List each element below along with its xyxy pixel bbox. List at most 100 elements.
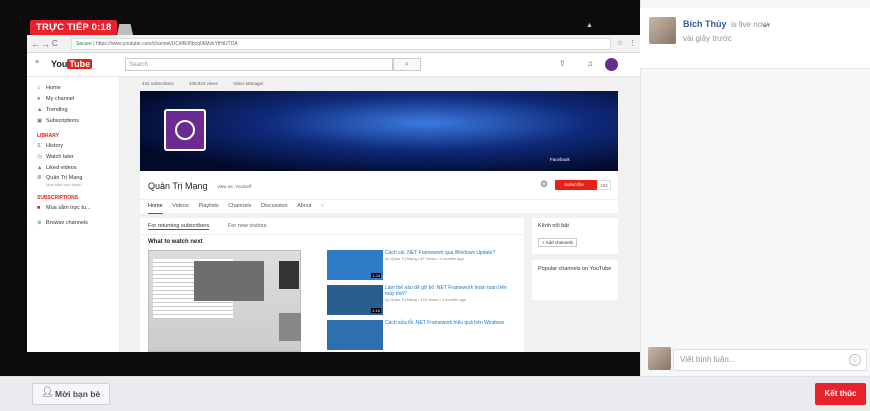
- browser-tab: [117, 24, 133, 35]
- thumbs-up-icon: ▲: [37, 165, 43, 171]
- popular-channels-box: Popular channels on YouTube: [532, 260, 618, 300]
- channel-stats: 432 subscribers 408,923 views Video Mana…: [142, 81, 602, 91]
- broadcaster-avatar[interactable]: [649, 17, 676, 44]
- tab-home[interactable]: Home: [148, 200, 163, 214]
- tab-videos[interactable]: Videos: [172, 200, 189, 213]
- channel-info: Quản Trị Mạng View as: Yourself ⚙ Subscr…: [140, 171, 618, 199]
- channel-search-icon[interactable]: ⌕: [321, 200, 324, 213]
- what-to-watch-heading: What to watch next: [148, 239, 203, 245]
- channel-avatar[interactable]: [164, 109, 206, 151]
- video-thumbnail-2[interactable]: 2:16: [327, 285, 383, 315]
- search-icon[interactable]: ⌕: [393, 58, 421, 71]
- upload-icon[interactable]: ⇧: [559, 59, 566, 68]
- clock-icon: ◷: [37, 154, 42, 160]
- home-icon: ⌂: [37, 85, 41, 91]
- featured-channels-box: Kênh nổi bật + Add channels: [532, 218, 618, 254]
- hourglass-icon: ⧖: [37, 143, 41, 149]
- popular-channels-heading: Popular channels on YouTube: [538, 266, 612, 272]
- video-meta: by Quản Trị Mạng • 424 views • 4 months …: [385, 297, 467, 302]
- sidebar-item-liked[interactable]: ▲ Liked videos: [27, 163, 119, 174]
- forward-icon[interactable]: →: [41, 39, 50, 49]
- video-title[interactable]: Làm thế nào để gỡ bỏ .NET Framework hoàn…: [385, 285, 513, 297]
- subscriptions-header: SUBSCRIPTIONS: [37, 195, 79, 201]
- sidebar-item-playlist[interactable]: ≣ Quản Trị Mạng: [27, 174, 119, 182]
- youtube-header: ≡ You Tube Search ⌕ ⇧ ♫: [27, 53, 640, 77]
- address-bar[interactable]: Secure | https://www.youtube.com/channel…: [71, 38, 611, 50]
- shared-screen: ← → C Secure | https://www.youtube.com/c…: [27, 35, 640, 352]
- sidebar-item-my-channel[interactable]: ● My channel: [27, 94, 119, 105]
- video-item-3[interactable]: Cách sửa lỗi .NET Framework hiệu quả trê…: [385, 320, 513, 326]
- channel-tabs: Home Videos Playlists Channels Discussio…: [140, 199, 618, 214]
- video-manager-link[interactable]: Video Manager: [233, 81, 263, 86]
- playlist-subtitle: Mua sắm trực tuyến: [46, 182, 82, 187]
- youtube-logo[interactable]: You Tube: [51, 59, 93, 69]
- facebook-link[interactable]: Facebook: [550, 157, 570, 162]
- sidebar-item-subscription[interactable]: ■ Mua sắm trực tu...: [27, 203, 119, 214]
- featured-video-thumbnail[interactable]: [148, 250, 301, 352]
- bottom-toolbar: [0, 376, 870, 411]
- user-icon: ●: [37, 96, 41, 102]
- star-icon[interactable]: ☆: [617, 39, 623, 47]
- sidebar-item-watch-later[interactable]: ◷ Watch later: [27, 152, 119, 163]
- live-badge: TRỰC TIẾP 0:18: [30, 20, 118, 35]
- gear-icon[interactable]: ⚙: [540, 179, 548, 190]
- tab-returning-subscribers[interactable]: For returning subscribers: [148, 223, 210, 230]
- add-channels-button[interactable]: + Add channels: [538, 238, 577, 247]
- tab-channels[interactable]: Channels: [228, 200, 251, 213]
- video-item-1[interactable]: Cách cài .NET Framework qua Windows Upda…: [385, 250, 513, 261]
- youtube-sidebar: ⌂ Home ● My channel ▲ Trending ▣ Subscriptio…: [27, 77, 120, 352]
- bell-icon[interactable]: ♫: [587, 59, 593, 68]
- lightbulb-icon: [175, 120, 195, 140]
- url-text: https://www.youtube.com/channel/UCiMEf0b…: [95, 41, 238, 47]
- reload-icon[interactable]: C: [52, 39, 58, 48]
- channel-thumb-icon: ■: [37, 205, 41, 211]
- tab-playlists[interactable]: Playlists: [198, 200, 218, 213]
- channel-home-content: For returning subscribers For new visito…: [140, 218, 524, 352]
- view-count: 408,923 views: [189, 81, 218, 86]
- sidebar-item-history[interactable]: ⧖ History: [27, 141, 119, 152]
- broadcaster-name[interactable]: Bích Thủy: [683, 19, 727, 29]
- menu-icon[interactable]: ⋮: [629, 39, 636, 47]
- emoji-icon[interactable]: ☺: [849, 354, 861, 366]
- logo-text: You: [51, 59, 68, 69]
- sidebar-item-browse[interactable]: ⊕ Browse channels: [27, 218, 119, 229]
- plus-circle-icon: ⊕: [37, 220, 42, 226]
- video-meta: by Quản Trị Mạng • 87 views • 4 months a…: [385, 256, 464, 261]
- person-add-icon: 👤︎: [41, 387, 54, 398]
- video-thumbnail-1[interactable]: 1:24: [327, 250, 383, 280]
- commenter-avatar: [648, 347, 671, 370]
- featured-channels-heading: Kênh nổi bật: [538, 223, 569, 229]
- sidebar-item-home[interactable]: ⌂ Home: [27, 83, 119, 94]
- account-avatar[interactable]: [605, 58, 618, 71]
- browser-toolbar: ← → C Secure | https://www.youtube.com/c…: [27, 35, 640, 53]
- tab-about[interactable]: About: [297, 200, 311, 213]
- tab-discussion[interactable]: Discussion: [261, 200, 288, 213]
- sidebar-item-trending[interactable]: ▲ Trending: [27, 105, 119, 116]
- youtube-channel-page: 432 subscribers 408,923 views Video Mana…: [120, 77, 640, 352]
- youtube-search-input[interactable]: Search: [125, 58, 393, 71]
- sidebar-item-subscriptions[interactable]: ▣ Subscriptions: [27, 116, 119, 127]
- end-broadcast-button[interactable]: Kết thúc: [815, 383, 866, 405]
- comment-input[interactable]: Viết bình luận...: [673, 349, 867, 371]
- secure-label: Secure: [76, 41, 92, 47]
- back-icon[interactable]: ←: [31, 39, 40, 49]
- video-title[interactable]: Cách sửa lỗi .NET Framework hiệu quả trê…: [385, 320, 513, 326]
- subscriber-count: 432 subscribers: [142, 81, 174, 86]
- flame-icon: ▲: [37, 107, 43, 113]
- subscribe-button[interactable]: Subscribe: [555, 180, 597, 190]
- broadcast-time: vài giây trước: [683, 34, 732, 43]
- channel-name: Quản Trị Mạng: [148, 181, 208, 191]
- tab-new-visitors[interactable]: For new visitors: [228, 223, 267, 229]
- video-item-2[interactable]: Làm thế nào để gỡ bỏ .NET Framework hoàn…: [385, 285, 513, 302]
- playlist-icon: ≣: [37, 175, 42, 181]
- cursor-icon: ▲: [586, 22, 593, 29]
- video-thumbnail-3[interactable]: [327, 320, 383, 350]
- subscriptions-icon: ▣: [37, 118, 43, 124]
- subscribe-count: 432: [597, 180, 611, 190]
- hamburger-icon[interactable]: ≡: [35, 59, 39, 66]
- channel-banner: Facebook: [140, 91, 618, 171]
- logo-tube: Tube: [67, 59, 93, 69]
- view-as-select[interactable]: View as: Yourself: [217, 184, 251, 189]
- library-header: LIBRARY: [37, 133, 60, 139]
- privacy-dropdown-icon[interactable]: 🔒︎▾: [763, 21, 770, 30]
